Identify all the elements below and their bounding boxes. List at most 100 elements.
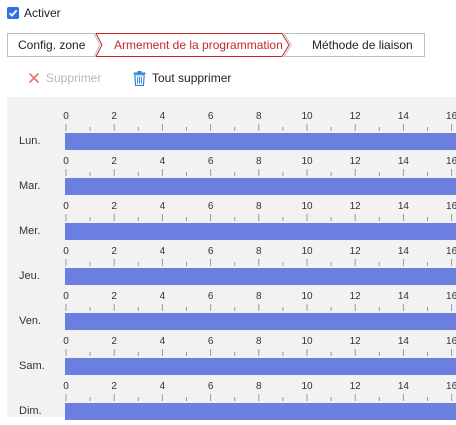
hour-tick-label: 12 — [349, 111, 361, 122]
hour-tick-label: 16 — [446, 291, 456, 302]
hour-tick-label: 2 — [111, 156, 117, 167]
schedule-row: 0 2 4 6 8 10 12 14 16 Jeu. — [7, 245, 456, 290]
day-label: Jeu. — [19, 270, 40, 282]
hour-tick-label: 2 — [111, 381, 117, 392]
hour-tick-label: 8 — [256, 201, 262, 212]
schedule-time-bar[interactable] — [65, 313, 456, 330]
hour-tick-label: 14 — [397, 381, 409, 392]
hour-tick-label: 8 — [256, 156, 262, 167]
hour-tick-label: 0 — [63, 111, 69, 122]
schedule-row: 0 2 4 6 8 10 12 14 16 Dim. — [7, 380, 456, 425]
hour-tick-label: 4 — [159, 246, 166, 257]
schedule-time-bar[interactable] — [65, 178, 456, 195]
hour-tick-label: 12 — [349, 246, 361, 257]
hour-tick-label: 10 — [301, 111, 313, 122]
hour-tick-label: 2 — [111, 291, 117, 302]
hour-tick-label: 12 — [349, 201, 361, 212]
day-label: Dim. — [19, 405, 42, 417]
enable-label: Activer — [24, 6, 61, 20]
tab-armement-programmation[interactable]: Armement de la programmation — [114, 33, 283, 57]
hour-tick-label: 2 — [111, 246, 117, 257]
tab-config-zone[interactable]: Config. zone — [18, 33, 85, 57]
hour-ruler — [65, 214, 453, 221]
hour-ruler — [65, 259, 453, 266]
schedule-time-bar[interactable] — [65, 268, 456, 285]
weekly-schedule: 0 2 4 6 8 10 12 14 16 Lun. 0 2 4 6 8 10 12 14 16 Mar. 0 2 4 6 8 1… — [7, 97, 456, 420]
hour-tick-label: 6 — [207, 156, 214, 167]
hour-ruler — [65, 169, 453, 176]
hour-tick-label: 12 — [349, 156, 361, 167]
hour-tick-label: 8 — [256, 111, 262, 122]
hour-tick-label: 14 — [397, 156, 409, 167]
schedule-row: 0 2 4 6 8 10 12 14 16 Ven. — [7, 290, 456, 335]
day-label: Ven. — [19, 315, 42, 327]
day-label: Mer. — [19, 225, 41, 237]
schedule-row: 0 2 4 6 8 10 12 14 16 Sam. — [7, 335, 456, 380]
hour-tick-label: 4 — [159, 291, 166, 302]
hour-tick-label: 16 — [446, 111, 456, 122]
hour-tick-label: 16 — [446, 201, 456, 212]
hour-tick-label: 10 — [301, 291, 313, 302]
hour-tick-label: 8 — [256, 291, 262, 302]
hour-tick-label: 0 — [63, 246, 69, 257]
hour-ruler — [65, 394, 453, 401]
hour-tick-label: 0 — [63, 201, 69, 212]
schedule-time-bar[interactable] — [65, 358, 456, 375]
enable-checkbox[interactable] — [7, 7, 19, 19]
trash-icon — [133, 70, 146, 86]
schedule-row: 0 2 4 6 8 10 12 14 16 Lun. — [7, 110, 456, 155]
schedule-row: 0 2 4 6 8 10 12 14 16 Mer. — [7, 200, 456, 245]
schedule-time-bar[interactable] — [65, 403, 456, 420]
hour-tick-label: 10 — [301, 156, 313, 167]
hour-tick-label: 10 — [301, 381, 313, 392]
hour-tick-label: 10 — [301, 201, 313, 212]
hour-tick-label: 4 — [159, 336, 166, 347]
hour-ruler — [65, 124, 453, 131]
hour-tick-label: 2 — [111, 111, 117, 122]
enable-checkbox-row[interactable]: Activer — [7, 5, 61, 21]
hour-tick-label: 4 — [159, 381, 166, 392]
hour-tick-label: 14 — [397, 291, 409, 302]
day-label: Sam. — [19, 360, 45, 372]
hour-tick-label: 6 — [207, 291, 214, 302]
hour-tick-label: 0 — [63, 156, 69, 167]
hour-tick-label: 0 — [63, 381, 69, 392]
hour-tick-label: 2 — [111, 336, 117, 347]
delete-all-button[interactable]: Tout supprimer — [133, 70, 231, 86]
schedule-time-bar[interactable] — [65, 133, 456, 150]
hour-tick-label: 6 — [207, 201, 214, 212]
delete-all-label: Tout supprimer — [152, 71, 232, 85]
delete-label: Supprimer — [46, 71, 102, 85]
hour-tick-label: 6 — [207, 381, 214, 392]
hour-tick-label: 8 — [256, 246, 262, 257]
day-label: Lun. — [19, 135, 41, 147]
delete-button[interactable]: Supprimer — [28, 70, 101, 86]
hour-tick-label: 16 — [446, 156, 456, 167]
hour-tick-label: 14 — [397, 111, 409, 122]
schedule-time-bar[interactable] — [65, 223, 456, 240]
check-icon — [8, 9, 18, 17]
hour-tick-label: 8 — [256, 336, 262, 347]
hour-tick-label: 16 — [446, 336, 456, 347]
close-icon — [28, 72, 40, 84]
hour-tick-label: 12 — [349, 336, 361, 347]
hour-ruler — [65, 349, 453, 356]
schedule-row: 0 2 4 6 8 10 12 14 16 Mar. — [7, 155, 456, 200]
hour-tick-label: 6 — [207, 336, 214, 347]
hour-tick-label: 14 — [397, 336, 409, 347]
hour-tick-label: 2 — [111, 201, 117, 212]
hour-tick-label: 12 — [349, 291, 361, 302]
hour-tick-label: 8 — [256, 381, 262, 392]
hour-ruler — [65, 304, 453, 311]
hour-tick-label: 4 — [159, 156, 166, 167]
hour-tick-label: 14 — [397, 246, 409, 257]
hour-tick-label: 10 — [301, 336, 313, 347]
hour-tick-label: 0 — [63, 291, 69, 302]
hour-tick-label: 10 — [301, 246, 313, 257]
hour-tick-label: 4 — [159, 201, 166, 212]
hour-tick-label: 0 — [63, 336, 69, 347]
hour-tick-label: 6 — [207, 246, 214, 257]
hour-tick-label: 16 — [446, 246, 456, 257]
hour-tick-label: 4 — [159, 111, 166, 122]
tab-methode-liaison[interactable]: Méthode de liaison — [312, 33, 413, 57]
